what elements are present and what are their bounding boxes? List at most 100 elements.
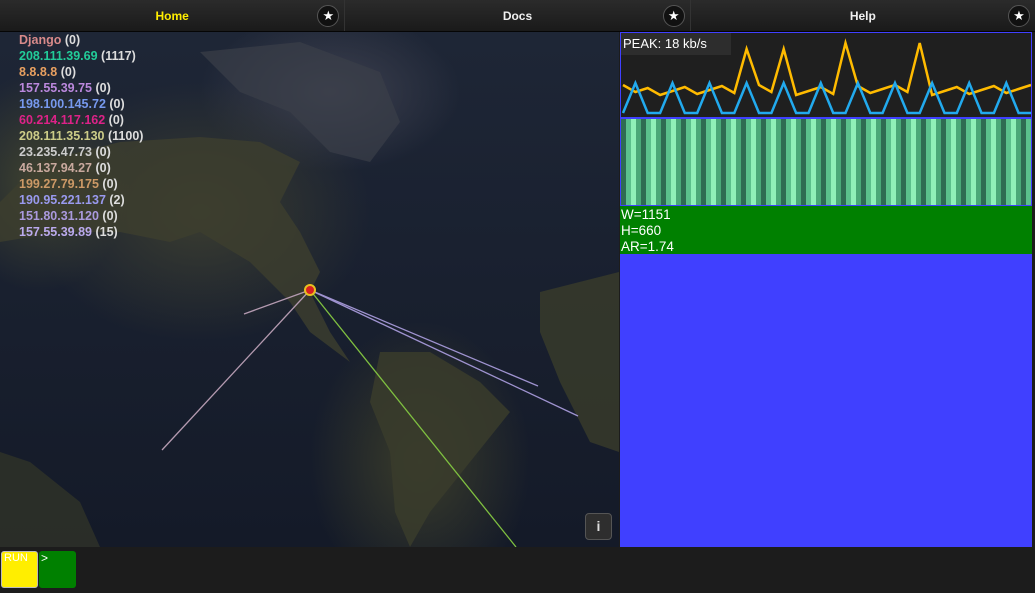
spectrogram-panel — [620, 118, 1032, 206]
tab-bar: Home ★ Docs ★ Help ★ — [0, 0, 1035, 32]
spectrogram-stripe — [846, 119, 851, 205]
spectrogram-stripe — [951, 119, 956, 205]
aspect-ratio-stat: AR=1.74 — [621, 239, 674, 254]
star-icon[interactable]: ★ — [1007, 5, 1030, 27]
spectrogram-stripe — [911, 119, 916, 205]
height-stat: H=660 — [621, 223, 662, 238]
spectrogram-stripe — [871, 119, 876, 205]
spectrogram-stripe — [936, 119, 941, 205]
spectrogram-stripe — [1001, 119, 1006, 205]
tab-home[interactable]: Home ★ — [0, 0, 346, 31]
origin-marker — [304, 284, 316, 296]
legend-row: 208.111.39.69 (1117) — [19, 48, 143, 64]
spectrogram-stripe — [701, 119, 706, 205]
legend-ip: 190.95.221.137 — [19, 193, 106, 207]
legend-ip: 208.111.39.69 — [19, 49, 98, 63]
legend-count: (0) — [92, 161, 111, 175]
tab-label: Home — [155, 8, 189, 23]
spectrogram-stripe — [1026, 119, 1031, 205]
spectrogram-stripe — [821, 119, 826, 205]
legend-ip: 208.111.35.130 — [19, 129, 105, 143]
legend-row: 157.55.39.89 (15) — [19, 224, 143, 240]
spectrogram-stripe — [686, 119, 691, 205]
spectrogram-stripe — [801, 119, 806, 205]
spectrogram-stripe — [716, 119, 721, 205]
spectrogram-stripe — [986, 119, 991, 205]
star-icon[interactable]: ★ — [317, 5, 340, 27]
legend-count: (15) — [92, 225, 118, 239]
spectrogram-stripe — [856, 119, 861, 205]
legend-row: 208.111.35.130 (1100) — [19, 128, 143, 144]
legend-row: 46.137.94.27 (0) — [19, 160, 143, 176]
spectrogram-stripe — [691, 119, 696, 205]
tab-docs[interactable]: Docs ★ — [345, 0, 691, 31]
legend-count: (0) — [92, 145, 111, 159]
spectrogram-stripe — [766, 119, 771, 205]
legend-ip: 199.27.79.175 — [19, 177, 99, 191]
legend-count: (0) — [92, 81, 111, 95]
legend-ip: 157.55.39.75 — [19, 81, 92, 95]
legend-row: 198.100.145.72 (0) — [19, 96, 143, 112]
peak-label: PEAK: 18 kb/s — [621, 33, 731, 55]
spectrogram-stripe — [791, 119, 796, 205]
world-map[interactable]: Django (0) 208.111.39.69 (1117) 8.8.8.8 (0… — [0, 32, 619, 547]
star-icon[interactable]: ★ — [662, 5, 685, 27]
legend-ip: 60.214.117.162 — [19, 113, 106, 127]
info-button[interactable]: i — [585, 513, 612, 540]
run-button[interactable]: RUN — [1, 551, 38, 588]
spectrogram-stripe — [861, 119, 866, 205]
spectrogram-stripe — [711, 119, 716, 205]
spectrogram-stripe — [631, 119, 636, 205]
spectrogram-stripe — [866, 119, 871, 205]
spectrogram-stripe — [981, 119, 986, 205]
spectrogram-stripe — [756, 119, 761, 205]
legend-count: (0) — [57, 65, 76, 79]
spectrogram-stripe — [961, 119, 966, 205]
spectrogram-stripe — [636, 119, 641, 205]
spectrogram-stripe — [816, 119, 821, 205]
spectrogram-stripe — [706, 119, 711, 205]
spectrogram-stripe — [896, 119, 901, 205]
spectrogram-stripe — [916, 119, 921, 205]
legend-ip: 151.80.31.120 — [19, 209, 99, 223]
spectrogram-stripe — [621, 119, 626, 205]
tab-help[interactable]: Help ★ — [690, 0, 1035, 31]
spectrogram-stripe — [891, 119, 896, 205]
legend-ip: Django — [19, 33, 62, 47]
spectrogram-stripe — [926, 119, 931, 205]
spectrogram-stripe — [751, 119, 756, 205]
spectrogram-stripe — [656, 119, 661, 205]
tab-label: Docs — [502, 8, 533, 23]
legend-count: (1117) — [97, 49, 136, 63]
spectrogram-stripe — [851, 119, 856, 205]
spectrogram-stripe — [651, 119, 656, 205]
spectrogram-stripe — [796, 119, 801, 205]
spectrogram-stripe — [696, 119, 701, 205]
spectrogram-stripe — [971, 119, 976, 205]
legend-row: 60.214.117.162 (0) — [19, 112, 143, 128]
command-prompt[interactable]: > — [39, 551, 76, 588]
legend-row: 8.8.8.8 (0) — [19, 64, 143, 80]
legend-ip: 198.100.145.72 — [19, 97, 106, 111]
legend-ip: 8.8.8.8 — [19, 65, 58, 79]
bandwidth-line-chart: PEAK: 18 kb/s — [620, 32, 1032, 118]
spectrogram-stripe — [836, 119, 841, 205]
spectrogram-stripe — [831, 119, 836, 205]
legend-ip: 46.137.94.27 — [19, 161, 92, 175]
spectrogram-stripe — [786, 119, 791, 205]
legend-row: 151.80.31.120 (0) — [19, 208, 143, 224]
dimensions-panel: W=1151 H=660 AR=1.74 — [620, 206, 1032, 254]
spectrogram-stripe — [1011, 119, 1016, 205]
legend-ip: 157.55.39.89 — [19, 225, 92, 239]
ip-legend: Django (0) 208.111.39.69 (1117) 8.8.8.8 (0… — [19, 32, 143, 240]
legend-ip: 23.235.47.73 — [19, 145, 92, 159]
legend-count: (0) — [98, 177, 118, 191]
spectrogram-stripe — [966, 119, 971, 205]
spectrogram-stripe — [1016, 119, 1021, 205]
spectrogram-stripe — [956, 119, 961, 205]
spectrogram-stripe — [761, 119, 766, 205]
legend-row: Django (0) — [19, 32, 143, 48]
spectrogram-stripe — [876, 119, 881, 205]
spectrogram-stripe — [906, 119, 911, 205]
spectrogram-stripe — [1021, 119, 1026, 205]
